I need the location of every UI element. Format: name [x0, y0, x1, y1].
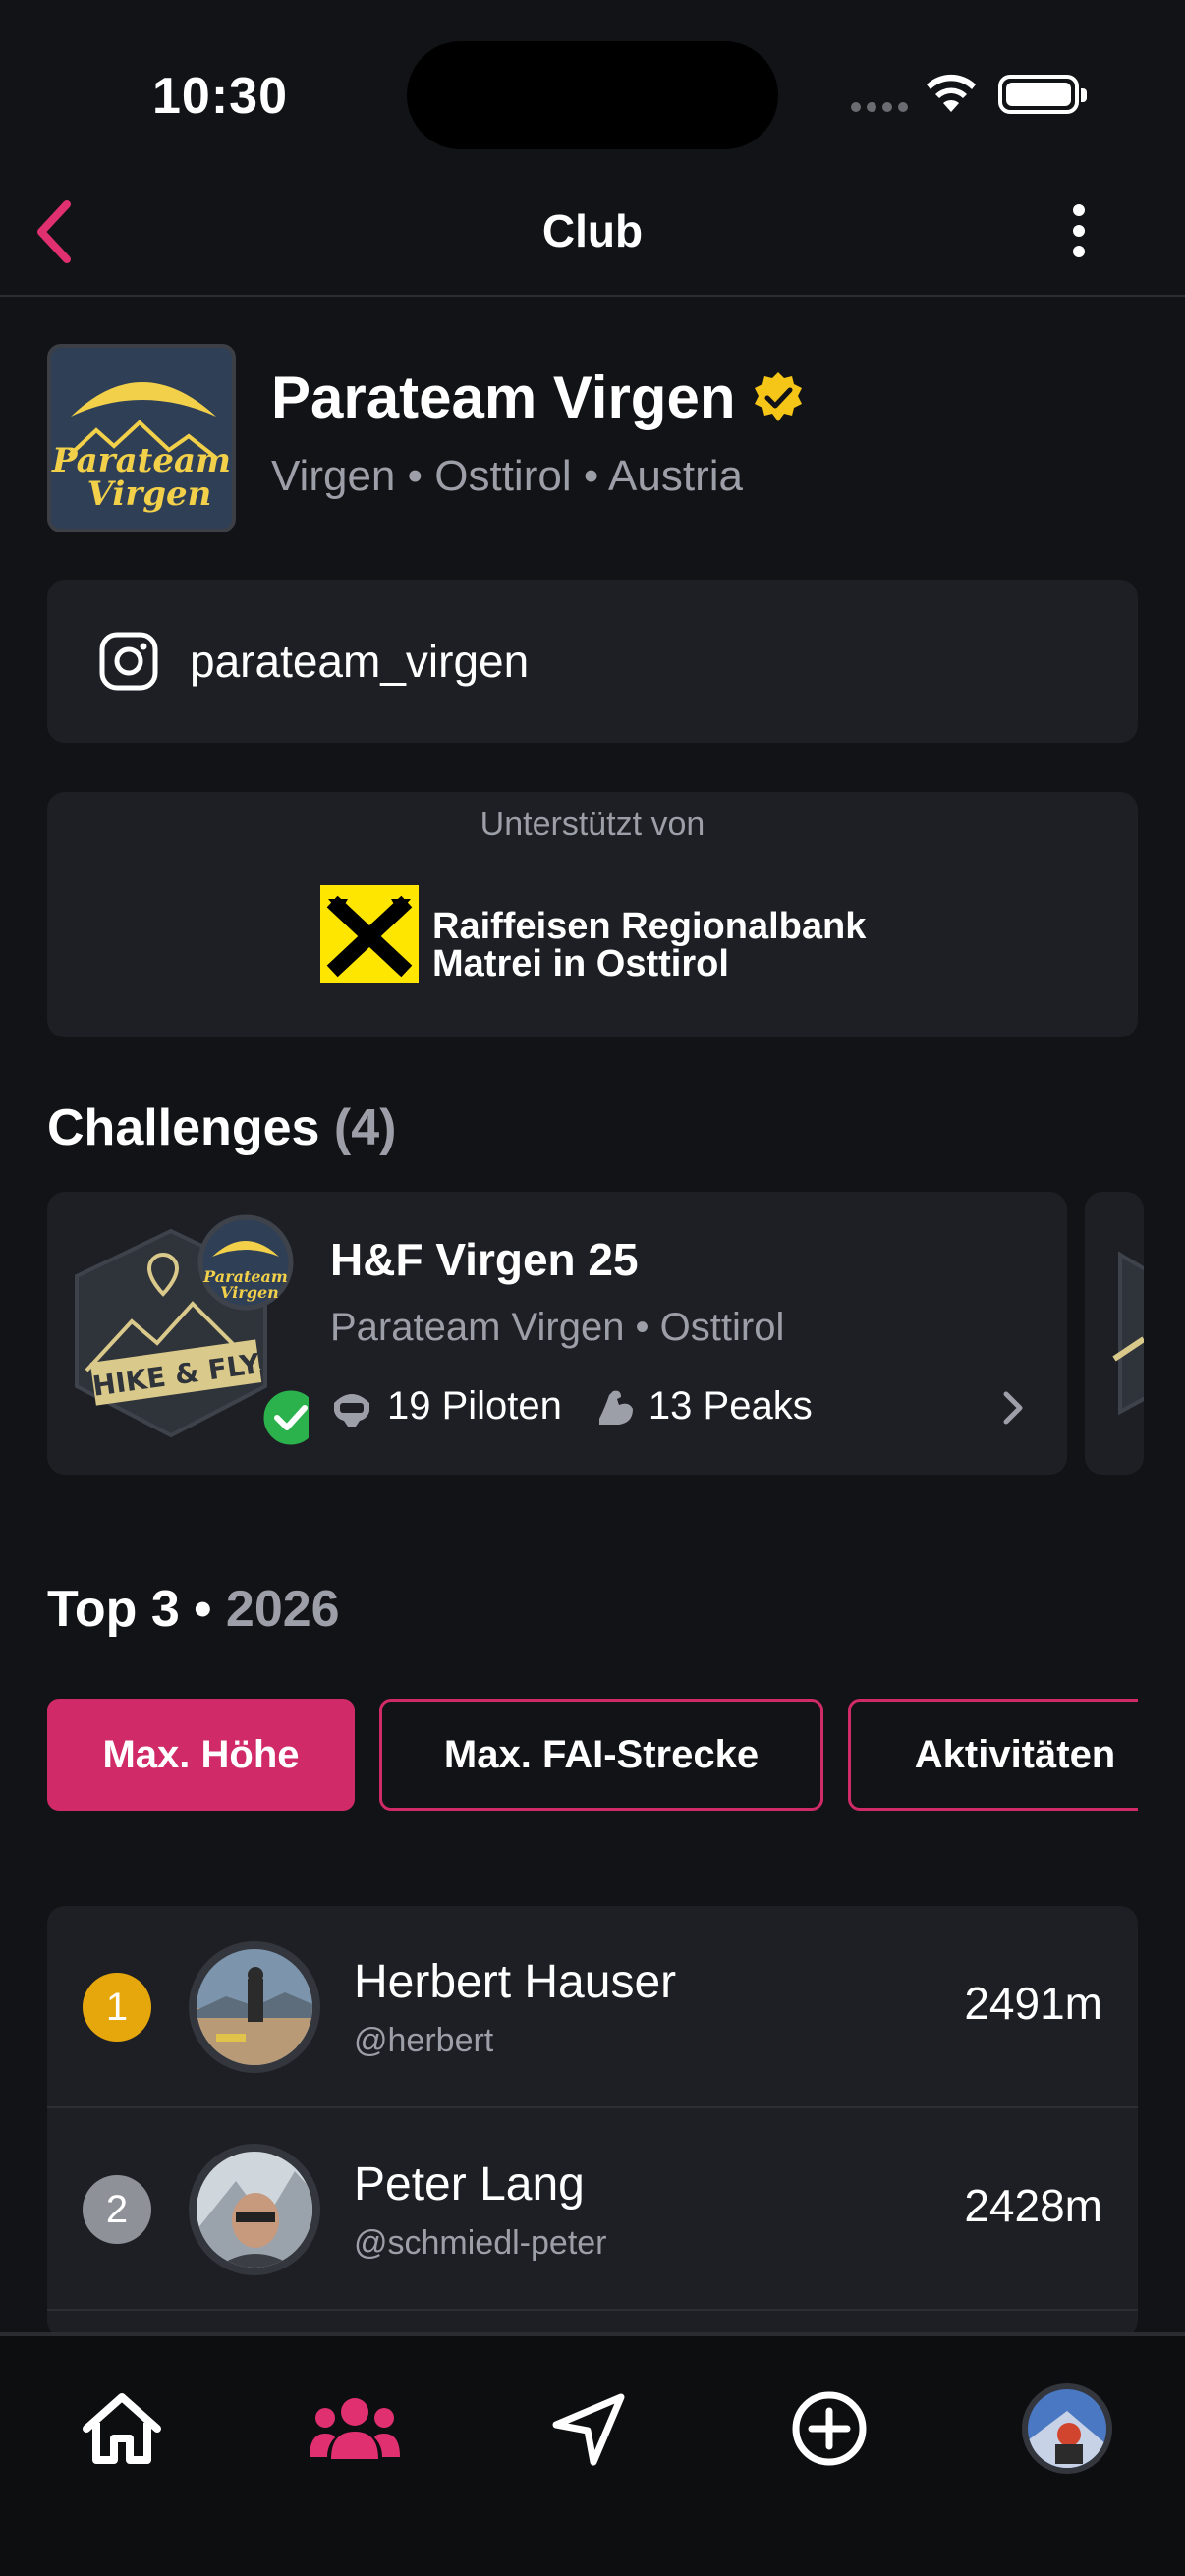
tab-aktivitaeten[interactable]: Aktivitäten	[848, 1699, 1138, 1811]
leaderboard-row[interactable]: 1 Herbert Hauser @herbert 2491m	[47, 1906, 1138, 2108]
status-bar: 10:30	[0, 0, 1185, 167]
club-icon	[310, 2398, 400, 2459]
tab-profile[interactable]	[1018, 2380, 1116, 2478]
tab-max-fai-strecke[interactable]: Max. FAI-Strecke	[379, 1699, 823, 1811]
tab-label: Max. Höhe	[102, 1732, 300, 1776]
pilot-value: 2491m	[964, 1978, 1102, 2029]
verified-badge-icon	[755, 371, 803, 421]
challenges-title: Challenges	[47, 1099, 320, 1156]
pilot-name: Herbert Hauser	[354, 1956, 677, 2008]
battery-icon	[998, 75, 1087, 114]
tab-max-hoehe[interactable]: Max. Höhe	[47, 1699, 355, 1811]
more-options-button[interactable]	[1059, 196, 1099, 265]
pilot-value: 2428m	[964, 2180, 1102, 2231]
leaderboard: 1 Herbert Hauser @herbert 2491m 2 Peter …	[47, 1906, 1138, 2338]
tab-label: Max. FAI-Strecke	[443, 1732, 760, 1776]
instagram-icon	[99, 632, 158, 691]
pilot-helmet-icon	[334, 1393, 369, 1427]
club-name: Parateam Virgen	[271, 364, 736, 430]
rank-badge: 2	[83, 2175, 151, 2244]
add-icon	[792, 2391, 867, 2466]
pilot-name: Peter Lang	[354, 2158, 585, 2211]
badge-logo-text-line2: Virgen	[220, 1283, 279, 1302]
bottom-tab-bar	[0, 2332, 1185, 2576]
profile-avatar	[1022, 2383, 1112, 2474]
top3-heading: Top 3 • 2026	[47, 1580, 340, 1639]
instagram-link[interactable]: parateam_virgen	[47, 580, 1138, 743]
top3-year: 2026	[225, 1581, 340, 1638]
sponsor-card[interactable]: Unterstützt von Raiffeisen Regionalbank …	[47, 792, 1138, 1037]
wifi-icon	[927, 74, 976, 112]
pilot-handle: @schmiedl-peter	[354, 2224, 607, 2262]
instagram-handle: parateam_virgen	[190, 636, 530, 687]
tab-label: Aktivitäten	[914, 1732, 1116, 1776]
more-dot	[1073, 204, 1085, 216]
challenges-heading: Challenges (4)	[47, 1098, 396, 1157]
page-title: Club	[541, 205, 644, 256]
pilot-handle: @herbert	[354, 2022, 494, 2059]
pilots-count: 19 Piloten	[387, 1384, 562, 1428]
flexed-arm-icon	[598, 1390, 633, 1425]
dynamic-island	[407, 41, 778, 149]
club-name-row: Parateam Virgen	[271, 364, 806, 431]
top3-tabs: Max. Höhe Max. FAI-Strecke Aktivitäten	[47, 1690, 1138, 1818]
pilots-stat: 19 Piloten	[330, 1384, 562, 1428]
tab-add[interactable]	[780, 2380, 878, 2478]
peaks-stat: 13 Peaks	[595, 1384, 813, 1428]
tab-navigate[interactable]	[540, 2380, 639, 2478]
club-logo: Parateam Virgen	[47, 344, 236, 532]
challenge-title: H&F Virgen 25	[330, 1234, 639, 1285]
challenge-card-next[interactable]	[1085, 1192, 1144, 1475]
challenge-subtitle: Parateam Virgen • Osttirol	[330, 1306, 785, 1349]
rank-badge: 1	[83, 1973, 151, 2042]
challenge-card[interactable]: HIKE & FLY Parateam Virgen H&F Virgen 25…	[47, 1192, 1067, 1475]
challenge-badge: HIKE & FLY Parateam Virgen	[73, 1213, 323, 1453]
raiffeisen-logo-icon	[320, 885, 419, 983]
status-time: 10:30	[152, 68, 288, 125]
chevron-right-icon	[1003, 1391, 1023, 1425]
challenges-count: (4)	[333, 1099, 397, 1156]
peaks-count: 13 Peaks	[648, 1384, 813, 1428]
avatar	[189, 1941, 320, 2073]
avatar	[189, 2144, 320, 2275]
challenge-stats: 19 Piloten 13 Peaks	[330, 1384, 846, 1428]
challenge-badge-partial	[1112, 1251, 1144, 1416]
sponsor-label: Unterstützt von	[480, 806, 705, 843]
nav-bar: Club	[0, 167, 1185, 297]
home-icon	[83, 2393, 161, 2464]
paraglider-logo-icon: Parateam Virgen	[51, 382, 231, 514]
cellular-signal-icon	[851, 102, 908, 112]
sponsor-name-line1: Raiffeisen Regionalbank	[432, 906, 867, 947]
club-location: Virgen • Osttirol • Austria	[271, 452, 743, 500]
more-dot	[1073, 225, 1085, 237]
tab-home[interactable]	[73, 2380, 171, 2478]
logo-text-line2: Virgen	[87, 475, 212, 514]
top3-title: Top 3 •	[47, 1581, 212, 1638]
sponsor-name-line2: Matrei in Osttirol	[432, 943, 729, 984]
tab-club[interactable]	[306, 2380, 404, 2478]
navigate-icon	[552, 2393, 625, 2466]
more-dot	[1073, 246, 1085, 257]
leaderboard-row[interactable]: 2 Peter Lang @schmiedl-peter 2428m	[47, 2108, 1138, 2311]
sponsor-name: Raiffeisen Regionalbank Matrei in Osttir…	[432, 908, 866, 982]
